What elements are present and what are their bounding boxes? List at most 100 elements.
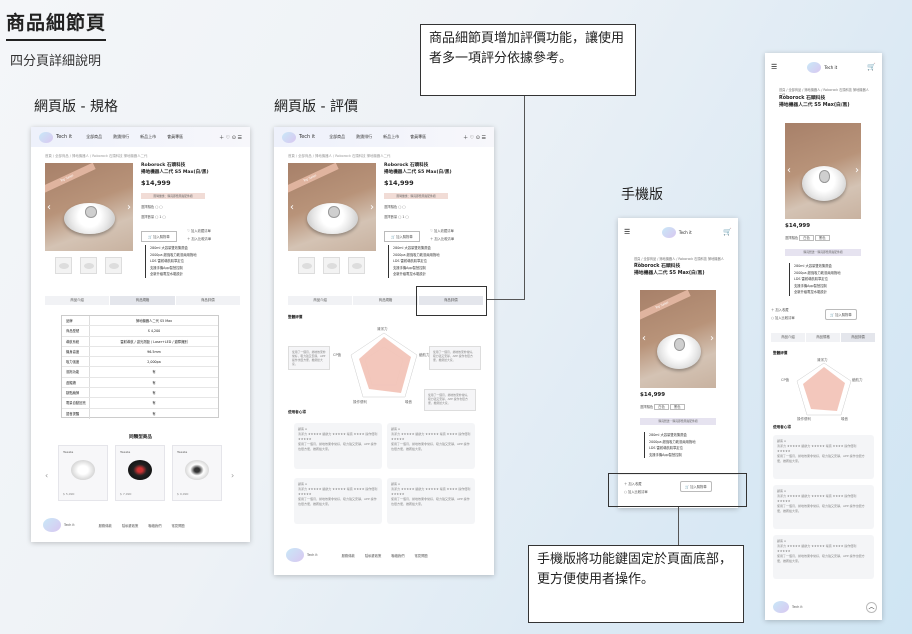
radar-label: 清潔力 [377, 326, 388, 331]
scroll-top-icon[interactable]: ︿ [866, 602, 877, 613]
footer-link[interactable]: 聯絡我們 [391, 553, 404, 558]
product-photo: ‹ › [785, 123, 861, 219]
breadcrumb[interactable]: 首頁 / 全部商品 / 掃地機器人 / Roborock 石頭科技 掃地機器人二… [274, 147, 494, 158]
breadcrumb[interactable]: 首頁 / 全部商品 / 掃地機器人 / Roborock 石頭科技 掃地機器人二… [31, 147, 250, 158]
fav-link[interactable]: ♡ 加入收藏清單 [430, 228, 454, 233]
footer-link[interactable]: 隱私權政策 [122, 523, 138, 528]
product-card[interactable]: Tessla $ 9,990 [172, 445, 222, 501]
promo-badge: 購買贈送・購買即贈原廠配件組 [785, 249, 861, 256]
product-photo: Top Sales ‹ › [45, 163, 133, 251]
nav-icons[interactable]: ＋ ♡ ⊙ ☰ [219, 134, 242, 141]
compare-link[interactable]: ＋ 加入比較清單 [430, 236, 454, 241]
tab-intro[interactable]: 商品介紹 [771, 333, 805, 342]
nav-link-all[interactable]: 全部商品 [329, 134, 345, 140]
footer-link[interactable]: 常見問題 [172, 523, 185, 528]
section-label-web-spec: 網頁版 - 規格 [34, 99, 118, 115]
logo-icon [661, 226, 676, 238]
prev-arrow-icon[interactable]: ‹ [290, 202, 294, 213]
menu-icon[interactable]: ☰ [771, 63, 777, 71]
nav-link-hot[interactable]: 熱銷排行 [113, 134, 129, 140]
radar-label: 噪音 [841, 416, 849, 421]
fav-link[interactable]: ＋ 加入收藏 [771, 307, 789, 312]
prev-arrow-icon[interactable]: ‹ [47, 202, 51, 213]
option-color[interactable]: 選擇顏色 白色 黑色 [785, 235, 830, 241]
compare-link[interactable]: ○ 加入比較清單 [771, 315, 795, 320]
logo-icon [286, 548, 304, 562]
add-cart-button[interactable]: 🛒 加入購物車 [141, 231, 177, 242]
prev-arrow-icon[interactable]: ‹ [45, 471, 48, 480]
next-arrow-icon[interactable]: › [231, 471, 234, 480]
nav-link-member[interactable]: 會員專區 [167, 134, 183, 140]
next-arrow-icon[interactable]: › [710, 333, 714, 344]
thumbnail[interactable] [298, 257, 315, 274]
prev-arrow-icon[interactable]: ‹ [642, 333, 646, 344]
logo[interactable]: Tech it [824, 65, 837, 70]
option-color[interactable]: 選擇顏色 ▢ ▢ [141, 204, 163, 209]
footer-logo[interactable]: Tech it [307, 553, 318, 557]
thumbnail[interactable] [323, 257, 340, 274]
nav-link-new[interactable]: 新品上市 [383, 134, 399, 140]
product-title: Roborock 石頭科技 掃地機器人二代 S5 Max(白/黑) [141, 163, 209, 177]
tab-intro[interactable]: 商品介紹 [45, 296, 110, 305]
tab-spec[interactable]: 商品規格 [353, 296, 418, 305]
add-cart-button[interactable]: 🛒 加入購物車 [384, 231, 420, 242]
robot-image [307, 202, 359, 235]
tab-intro[interactable]: 商品介紹 [288, 296, 353, 305]
table-row: 語音提醒有 [62, 408, 218, 419]
review-card: 顧客 A 清潔力 ★★★★★ 續航力 ★★★★★ 噪音 ★★★★ 操作便利 ★★★… [773, 485, 874, 529]
logo[interactable]: Tech it [299, 134, 315, 140]
callout-mobile: 手機版將功能鍵固定於頁面底部，更方便使用者操作。 [528, 545, 744, 623]
connector-line [524, 96, 525, 300]
web-spec-mockup: Tech it 全部商品 熱銷排行 新品上市 會員專區 ＋ ♡ ⊙ ☰ 首頁 /… [31, 127, 250, 542]
compare-link[interactable]: ＋ 加入比較清單 [187, 236, 211, 241]
footer-logo[interactable]: Tech it [64, 523, 75, 527]
thumbnail[interactable] [55, 257, 72, 274]
next-arrow-icon[interactable]: › [370, 202, 374, 213]
prev-arrow-icon[interactable]: ‹ [787, 165, 791, 176]
add-cart-button[interactable]: 🛒 加入購物車 [825, 309, 857, 320]
footer-link[interactable]: 隱私權政策 [365, 553, 381, 558]
thumbnail[interactable] [348, 257, 365, 274]
tab-spec[interactable]: 商品規格 [110, 296, 175, 305]
logo[interactable]: Tech it [679, 230, 692, 235]
option-qty[interactable]: 選擇數量 ▢ 1 ▢ [141, 214, 166, 219]
radar-label: 操作便利 [797, 416, 811, 421]
nav-link-new[interactable]: 新品上市 [140, 134, 156, 140]
footer-link[interactable]: 聯絡我們 [148, 523, 161, 528]
footer: Tech it 服務條款 隱私權政策 聯絡我們 常見問題 [286, 545, 486, 565]
option-color[interactable]: 選擇顏色 ▢ ▢ [384, 204, 406, 209]
product-price: $14,999 [785, 223, 811, 229]
nav-link-member[interactable]: 會員專區 [410, 134, 426, 140]
next-arrow-icon[interactable]: › [855, 165, 859, 176]
fav-link[interactable]: ♡ 加入收藏清單 [187, 228, 211, 233]
nav-icons[interactable]: ＋ ♡ ⊙ ☰ [463, 134, 486, 141]
product-card[interactable]: Tessla $ 7,990 [115, 445, 165, 501]
product-title: Roborock 石頭科技 掃地機器人二代 S5 Max(白/黑) [779, 96, 850, 109]
cart-icon[interactable]: 🛒 [723, 228, 732, 236]
next-arrow-icon[interactable]: › [127, 202, 131, 213]
footer: Tech it 服務條款 隱私權政策 聯絡我們 常見問題 [43, 515, 243, 535]
product-card[interactable]: Tessla $ 5,990 [58, 445, 108, 501]
top-sales-tag: Top Sales [640, 290, 691, 322]
footer-link[interactable]: 服務條款 [99, 523, 112, 528]
footer-link[interactable]: 常見問題 [415, 553, 428, 558]
nav-link-all[interactable]: 全部商品 [86, 134, 102, 140]
footer-link[interactable]: 服務條款 [342, 553, 355, 558]
logo[interactable]: Tech it [56, 134, 72, 140]
top-sales-tag: Top Sales [45, 163, 96, 195]
section-label-web-review: 網頁版 - 評價 [274, 99, 358, 115]
cart-icon[interactable]: 🛒 [867, 63, 876, 71]
tab-review[interactable]: 商品評價 [175, 296, 240, 305]
nav-link-hot[interactable]: 熱銷排行 [356, 134, 372, 140]
tab-spec[interactable]: 商品規格 [806, 333, 840, 342]
thumbnail[interactable] [80, 257, 97, 274]
menu-icon[interactable]: ☰ [624, 228, 630, 236]
option-color[interactable]: 選擇顏色 白色 黑色 [640, 404, 685, 410]
thumbnail[interactable] [105, 257, 122, 274]
spec-table: 品牌 掃地機器人二代 S5 Max 商品型號 S 4,200 導航系統 雷射導航 / … [61, 315, 219, 419]
radar-chart: 清潔力 續航力 噪音 操作便利 CP值 [781, 357, 863, 421]
radar-note: 使用了一個月，掃地效果非常好，吸力強又安靜，APP 操作也很方便，推薦給大家。 [288, 346, 330, 370]
option-qty[interactable]: 選擇數量 ▢ 1 ▢ [384, 214, 409, 219]
footer-logo[interactable]: Tech it [792, 605, 803, 609]
tab-review[interactable]: 商品評價 [841, 333, 875, 342]
